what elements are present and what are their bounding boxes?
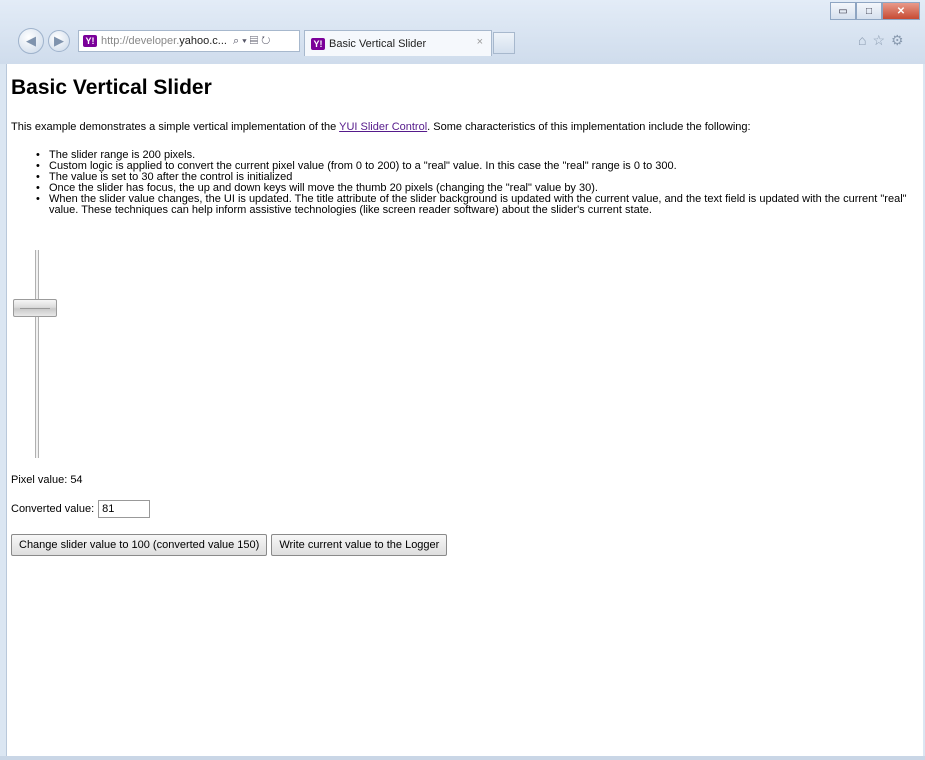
url-prefix: http://developer. bbox=[101, 35, 180, 47]
url-domain: yahoo.c... bbox=[179, 35, 227, 47]
write-to-logger-button[interactable]: Write current value to the Logger bbox=[271, 534, 448, 556]
page-title: Basic Vertical Slider bbox=[11, 76, 212, 99]
change-slider-value-button[interactable]: Change slider value to 100 (converted va… bbox=[11, 534, 268, 556]
favorites-star-icon[interactable]: ☆ bbox=[872, 32, 891, 48]
address-bar[interactable]: Y! http://developer. yahoo.c... ⌕▾▤↻ bbox=[78, 30, 300, 52]
arrow-right-icon: ▶ bbox=[54, 33, 64, 48]
slider-background[interactable] bbox=[11, 250, 57, 458]
arrow-left-icon: ◀ bbox=[26, 33, 36, 48]
search-icon[interactable]: ⌕ bbox=[233, 35, 242, 47]
pixel-value: 54 bbox=[70, 474, 83, 486]
tab-title: Basic Vertical Slider bbox=[329, 37, 427, 50]
feature-list: The slider range is 200 pixels. Custom l… bbox=[7, 150, 923, 216]
yahoo-favicon-icon: Y! bbox=[311, 37, 325, 50]
forward-button[interactable]: ▶ bbox=[48, 30, 70, 52]
address-actions[interactable]: ⌕▾▤↻ bbox=[233, 35, 273, 48]
intro-paragraph: This example demonstrates a simple verti… bbox=[11, 121, 751, 133]
slider-track[interactable] bbox=[35, 250, 39, 458]
pixel-value-row: Pixel value: 54 bbox=[11, 474, 83, 486]
compat-view-icon[interactable]: ▤ bbox=[250, 35, 261, 47]
home-icon[interactable]: ⌂ bbox=[858, 32, 872, 48]
back-button[interactable]: ◀ bbox=[18, 28, 44, 54]
dropdown-icon[interactable]: ▾ bbox=[242, 35, 250, 47]
page-content: Basic Vertical Slider This example demon… bbox=[6, 64, 923, 760]
maximize-button[interactable]: □ bbox=[856, 2, 882, 20]
tab-basic-vertical-slider[interactable]: Y! Basic Vertical Slider × bbox=[304, 30, 492, 56]
gear-icon[interactable]: ⚙ bbox=[891, 32, 910, 48]
refresh-icon[interactable]: ↻ bbox=[261, 35, 273, 47]
converted-value-row: Converted value: bbox=[11, 500, 151, 518]
converted-value-input[interactable] bbox=[98, 500, 151, 518]
list-item: When the slider value changes, the UI is… bbox=[7, 194, 923, 216]
tab-close-icon[interactable]: × bbox=[477, 36, 483, 48]
browser-chrome: ◀ ▶ Y! http://developer. yahoo.c... ⌕▾▤↻ … bbox=[0, 0, 925, 64]
browser-toolbar-icons: ⌂☆⚙ bbox=[858, 32, 910, 49]
yui-slider-link[interactable]: YUI Slider Control bbox=[339, 121, 427, 133]
intro-text-before: This example demonstrates a simple verti… bbox=[11, 121, 340, 133]
slider-thumb[interactable] bbox=[13, 299, 57, 317]
converted-value-label: Converted value: bbox=[11, 503, 95, 515]
yahoo-favicon-icon: Y! bbox=[83, 35, 97, 47]
close-window-button[interactable]: ✕ bbox=[882, 2, 920, 20]
minimize-button[interactable]: ▭ bbox=[830, 2, 856, 20]
status-bar bbox=[0, 756, 925, 760]
new-tab-button[interactable] bbox=[493, 32, 515, 54]
intro-text-after: . Some characteristics of this implement… bbox=[427, 121, 751, 133]
pixel-value-label: Pixel value: bbox=[11, 474, 71, 486]
button-row: Change slider value to 100 (converted va… bbox=[11, 534, 448, 556]
